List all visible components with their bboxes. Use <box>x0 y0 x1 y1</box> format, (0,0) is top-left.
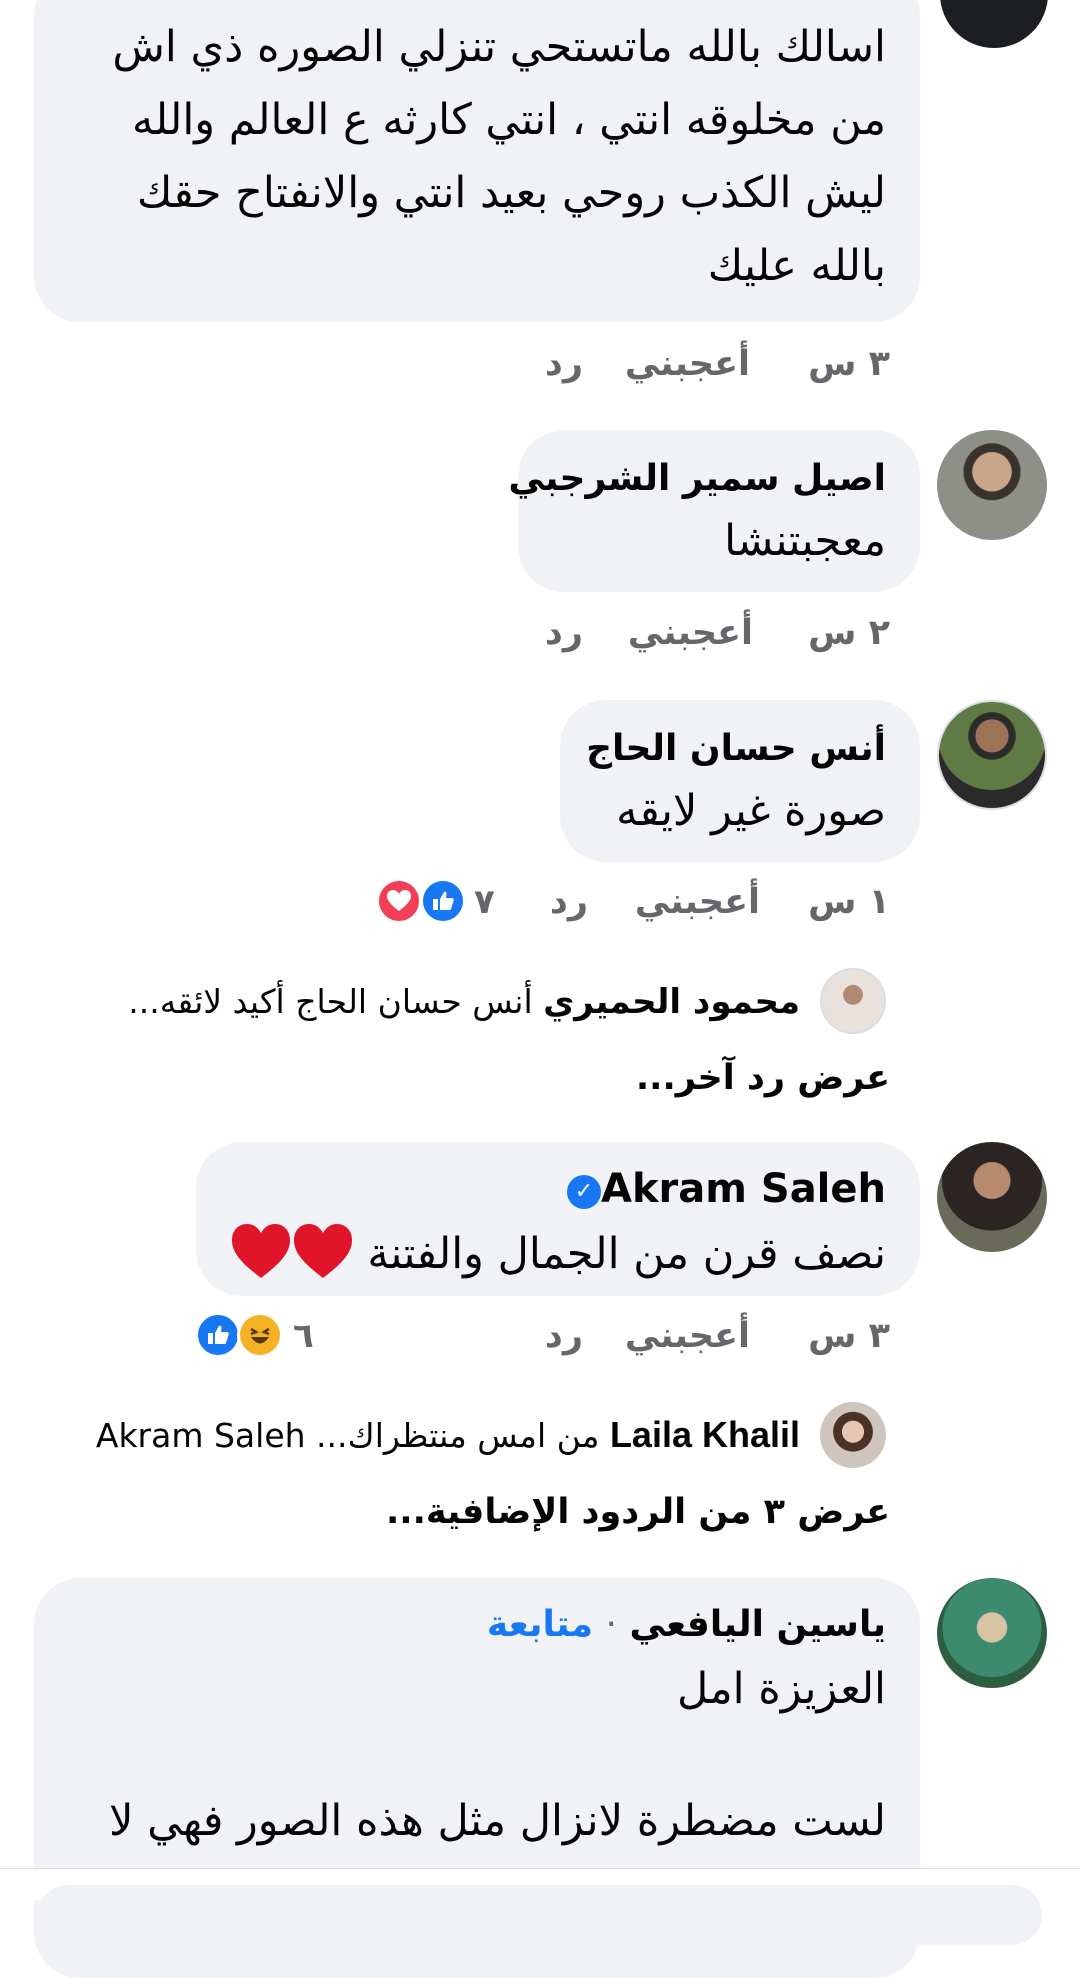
comment-text: العزيزة امل <box>677 1664 886 1714</box>
comment-author-row: ✓ Akram Saleh <box>557 1166 886 1212</box>
comment-text: من مخلوقه انتي ، انتي كارثه ع العالم وال… <box>131 95 886 145</box>
reply-preview[interactable]: Laila Khalil من امس منتظراك... Akram Sal… <box>96 1414 800 1456</box>
comment-author[interactable]: أنس حسان الحاج <box>586 728 886 769</box>
comment-text: اسالك بالله ماتستحي تنزلي الصوره ذي اش <box>112 22 886 72</box>
comment-text: بالله عليك <box>707 241 886 291</box>
reaction-summary[interactable]: ٧ <box>376 878 501 926</box>
reply-avatar[interactable] <box>820 968 886 1034</box>
follow-button[interactable]: متابعة <box>487 1604 593 1645</box>
reply-author[interactable]: محمود الحميري <box>543 982 800 1022</box>
reply-text: أنس حسان الحاج أكيد لائقه... <box>128 982 533 1021</box>
like-button[interactable]: أعجبني <box>625 1316 750 1356</box>
commenter-avatar[interactable] <box>937 430 1047 540</box>
haha-reaction-icon <box>237 1312 283 1358</box>
reaction-count: ٧ <box>474 882 495 922</box>
comment-timestamp[interactable]: ٣ س <box>808 1316 890 1356</box>
commenter-avatar[interactable] <box>937 1142 1047 1252</box>
reply-text: من امس منتظراك... Akram Saleh <box>95 1416 600 1455</box>
comment-text: صورة غير لايقه <box>616 786 886 836</box>
reply-author[interactable]: Laila Khalil <box>610 1414 800 1455</box>
comment-text: معجبتنشا <box>724 516 886 566</box>
like-reaction-icon <box>195 1312 241 1358</box>
comment-author[interactable]: ياسين اليافعي <box>630 1604 886 1645</box>
comment-timestamp[interactable]: ٣ س <box>808 344 890 384</box>
view-more-replies[interactable]: عرض رد آخر... <box>636 1058 890 1098</box>
comment-input[interactable] <box>38 1885 1042 1945</box>
like-button[interactable]: أعجبني <box>635 882 760 922</box>
like-button[interactable]: أعجبني <box>625 344 750 384</box>
reply-button[interactable]: رد <box>550 882 588 922</box>
reply-button[interactable]: رد <box>545 613 583 653</box>
commenter-avatar[interactable] <box>937 1578 1047 1688</box>
comment-bubble: أنس حسان الحاج صورة غير لايقه <box>560 700 920 862</box>
comment-text: نصف قرن من الجمال والفتنة <box>230 1222 886 1291</box>
reply-button[interactable]: رد <box>545 344 583 384</box>
reply-avatar[interactable] <box>820 1402 886 1468</box>
comment-bubble: اصيل سمير الشرجبي معجبتنشا <box>508 430 920 592</box>
composer-bar <box>0 1868 1080 1945</box>
like-button[interactable]: أعجبني <box>628 613 753 653</box>
heart-reaction-icon <box>376 878 422 924</box>
comment-text: لست مضطرة لانزال مثل هذه الصور فهي لا <box>108 1796 886 1846</box>
comment-bubble: اسالك بالله ماتستحي تنزلي الصوره ذي اش م… <box>34 0 920 322</box>
comment-bubble: ✓ Akram Saleh نصف قرن من الجمال والفتنة <box>196 1142 920 1296</box>
commenter-avatar[interactable] <box>940 0 1048 48</box>
comment-timestamp[interactable]: ٢ س <box>808 613 890 653</box>
comment-author[interactable]: اصيل سمير الشرجبي <box>508 458 886 499</box>
verified-badge-icon: ✓ <box>567 1175 601 1209</box>
heart-emoji-icon <box>230 1222 354 1291</box>
reply-preview[interactable]: محمود الحميري أنس حسان الحاج أكيد لائقه.… <box>128 982 800 1022</box>
comment-author[interactable]: Akram Saleh <box>601 1166 886 1212</box>
comment-text: ليش الكذب روحي بعيد انتي والانفتاح حقك <box>136 168 886 218</box>
view-more-replies[interactable]: عرض ٣ من الردود الإضافية... <box>386 1492 890 1532</box>
reaction-count: ٦ <box>293 1316 314 1356</box>
commenter-avatar[interactable] <box>937 700 1047 810</box>
reply-button[interactable]: رد <box>545 1316 583 1356</box>
comment-author-row: ياسين اليافعي · متابعة <box>486 1604 886 1645</box>
reaction-summary[interactable]: ٦ <box>195 1312 320 1360</box>
like-reaction-icon <box>420 878 466 924</box>
comment-timestamp[interactable]: ١ س <box>808 882 890 922</box>
